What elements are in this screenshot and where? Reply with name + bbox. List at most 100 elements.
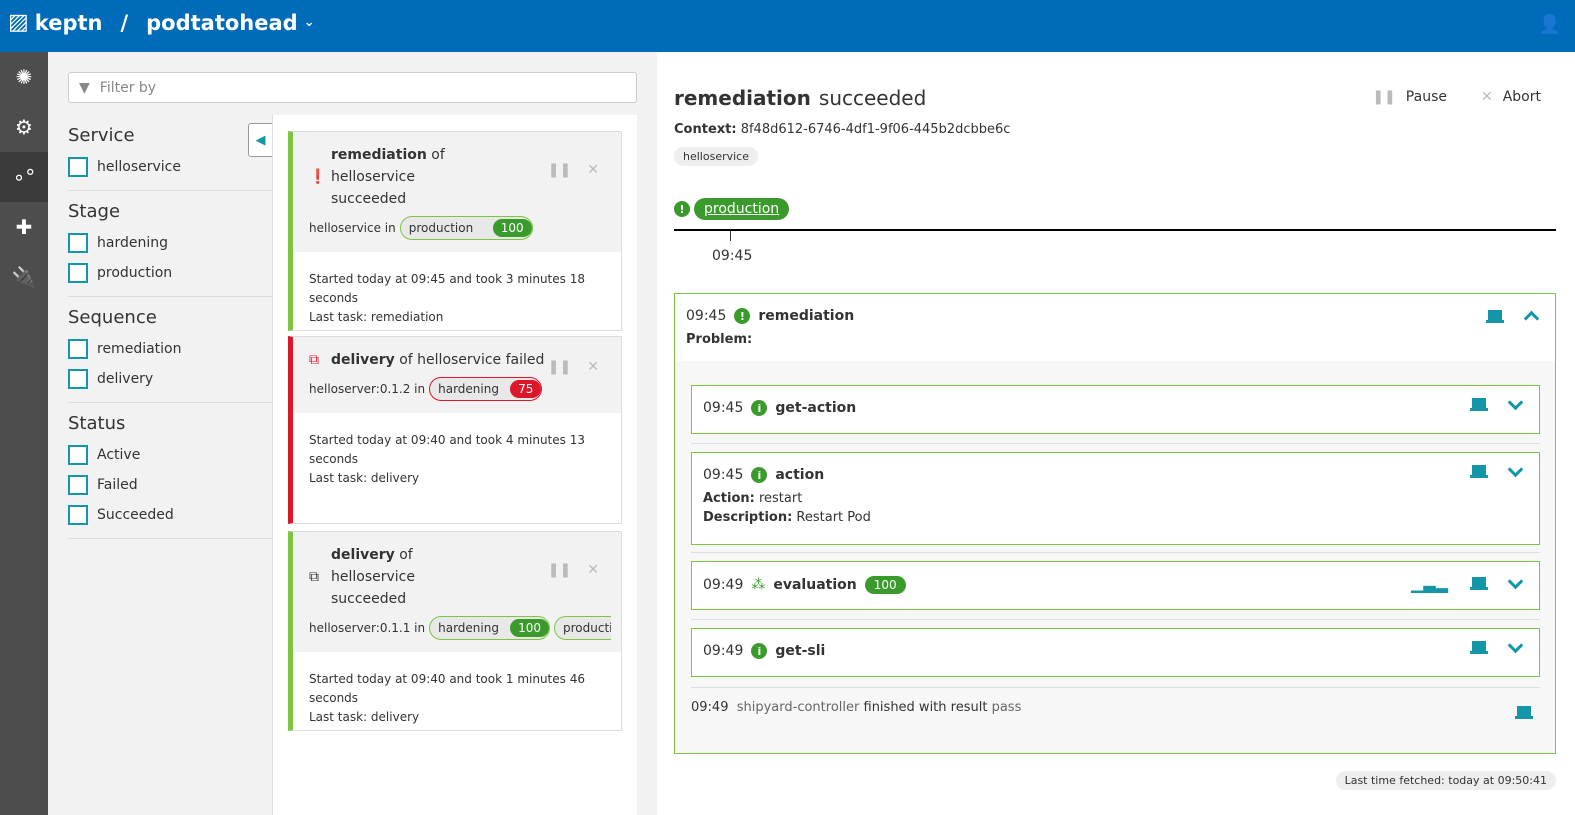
nav-services[interactable]: ✚ — [0, 202, 48, 252]
action-value: restart — [758, 491, 803, 506]
laptop-icon[interactable] — [1470, 465, 1488, 478]
chevron-down-icon[interactable]: ⌄ — [304, 15, 315, 30]
stage-name: production — [563, 621, 611, 635]
started-text: Started today at 09:40 and took 4 minute… — [309, 433, 585, 466]
artifact-line: helloserver:0.1.1 in hardening 100 producti… — [309, 616, 611, 640]
stage-chip[interactable]: production 100 — [399, 216, 533, 240]
checkbox[interactable] — [68, 369, 88, 389]
checkbox[interactable] — [68, 475, 88, 495]
sequence-card[interactable]: ⧉ delivery of helloservice succeeded ❚❚ ✕ he… — [288, 531, 622, 731]
problem-label: Problem: — [686, 332, 753, 347]
pause-button[interactable]: ❚❚ Pause — [1372, 89, 1447, 105]
card-header: ❗ remediation of helloservice succeeded ❚❚… — [293, 132, 621, 252]
facet-option[interactable]: Succeeded — [68, 500, 272, 530]
chevron-down-icon[interactable] — [1507, 394, 1524, 410]
stage-link-production[interactable]: production — [694, 198, 790, 220]
facet-option-label: Active — [97, 447, 141, 463]
abort-button[interactable]: ✕ Abort — [1481, 89, 1541, 105]
close-icon[interactable]: ✕ — [587, 359, 599, 375]
checkbox[interactable] — [68, 263, 88, 283]
checkbox[interactable] — [68, 157, 88, 177]
deploy-icon: ⧉ — [309, 352, 319, 368]
facet-option[interactable]: hardening — [68, 228, 272, 258]
facet-option-label: delivery — [97, 371, 154, 387]
brand[interactable]: ▨ keptn / podtatohead ⌄ — [8, 10, 315, 35]
detail-title: remediation succeeded — [674, 86, 926, 110]
nav-environment[interactable]: ✺ — [0, 52, 48, 102]
facet-option-label: Failed — [97, 477, 138, 493]
sequence-card[interactable]: ⧉ delivery of helloservice failed ❚❚ ✕ hello… — [288, 336, 622, 524]
breadcrumb-separator: / — [120, 10, 129, 35]
close-icon[interactable]: ✕ — [587, 162, 599, 178]
description-value: Restart Pod — [796, 510, 871, 525]
facet-option[interactable]: production — [68, 258, 272, 288]
laptop-icon[interactable] — [1470, 577, 1488, 590]
nav-settings[interactable]: ⚙ — [0, 102, 48, 152]
info-icon: i — [751, 400, 768, 416]
timeline-axis — [674, 229, 1556, 231]
facet-option[interactable]: remediation — [68, 334, 272, 364]
sequence-card[interactable]: ❗ remediation of helloservice succeeded ❚❚… — [288, 131, 622, 331]
nav-integrations[interactable]: 🔌 — [0, 252, 48, 302]
sequence-status: succeeded — [331, 191, 407, 207]
card-body: Started today at 09:40 and took 1 minute… — [293, 652, 621, 739]
laptop-icon[interactable] — [1486, 309, 1504, 323]
facet-option[interactable]: Active — [68, 440, 272, 470]
chevron-down-icon[interactable] — [1507, 637, 1524, 653]
facet-option[interactable]: Failed — [68, 470, 272, 500]
task-time: 09:45 — [703, 400, 744, 416]
info-icon: i — [751, 467, 768, 483]
pause-icon[interactable]: ❚❚ — [548, 359, 571, 375]
last-task: Last task: delivery — [309, 710, 420, 724]
user-icon[interactable]: 👤 — [1539, 14, 1561, 35]
pause-label: Pause — [1405, 89, 1447, 105]
chevron-up-icon[interactable] — [1523, 310, 1540, 327]
laptop-icon[interactable] — [1515, 706, 1533, 719]
checkbox[interactable] — [68, 505, 88, 525]
task-item[interactable]: 09:49 ⁂ evaluation 100 ▁▃▂ — [691, 561, 1540, 610]
collapse-filter-button[interactable]: ◀ — [248, 123, 272, 157]
sequences-icon: ∘° — [12, 165, 36, 189]
facet-option-label: production — [97, 265, 173, 281]
card-header: ⧉ delivery of helloservice succeeded ❚❚ ✕ he… — [293, 532, 621, 652]
final-event: 09:49 shipyard-controller finished with … — [691, 700, 1021, 715]
pause-icon[interactable]: ❚❚ — [548, 162, 571, 178]
chevron-down-icon[interactable] — [1507, 573, 1524, 589]
context-id: 8f48d612-6746-4df1-9f06-445b2dcbbe6c — [740, 122, 1011, 137]
close-icon[interactable]: ✕ — [587, 562, 599, 578]
services-icon: ✚ — [15, 215, 33, 239]
stage-chip[interactable]: hardening 100 — [429, 616, 551, 640]
facet-option-label: hardening — [97, 235, 168, 251]
checkbox[interactable] — [68, 445, 88, 465]
facet-option[interactable]: helloservice — [68, 152, 272, 182]
facet-group: Service helloservice — [68, 125, 272, 191]
stage-chip[interactable]: production — [554, 616, 611, 640]
task-item[interactable]: 09:45 i get-action — [691, 385, 1540, 434]
laptop-icon[interactable] — [1470, 398, 1488, 411]
task-time: 09:49 — [703, 643, 744, 659]
pause-icon[interactable]: ❚❚ — [548, 562, 571, 578]
facet-title: Sequence — [68, 307, 157, 328]
facet-option[interactable]: delivery — [68, 364, 272, 394]
event-text: finished with result — [863, 700, 988, 715]
task-item[interactable]: 09:49 i get-sli — [691, 628, 1540, 677]
task-item[interactable]: 09:45 i action Action: restart Description: … — [691, 452, 1540, 545]
facet-title: Stage — [68, 201, 121, 222]
chevron-down-icon[interactable] — [1507, 461, 1524, 477]
facet-group: Stage hardening production — [68, 201, 272, 297]
of-label: of — [399, 352, 413, 368]
filter-input[interactable]: ▼ Filter by — [68, 72, 637, 103]
chart-icon[interactable]: ▁▃▂ — [1411, 574, 1448, 593]
checkbox[interactable] — [68, 233, 88, 253]
laptop-icon[interactable] — [1470, 641, 1488, 654]
task-time: 09:45 — [703, 467, 744, 483]
checkbox[interactable] — [68, 339, 88, 359]
facet-panel: Service helloservice Stage hardening product… — [68, 125, 272, 549]
project-selector[interactable]: podtatohead — [146, 11, 298, 35]
stage-chip[interactable]: hardening 75 — [429, 377, 543, 401]
filter-placeholder: Filter by — [99, 79, 157, 96]
task-time: 09:45 — [686, 308, 727, 324]
last-task: Last task: delivery — [309, 471, 420, 485]
artifact-line: helloservice in production 100 — [309, 216, 611, 240]
nav-sequences[interactable]: ∘° — [0, 152, 48, 202]
